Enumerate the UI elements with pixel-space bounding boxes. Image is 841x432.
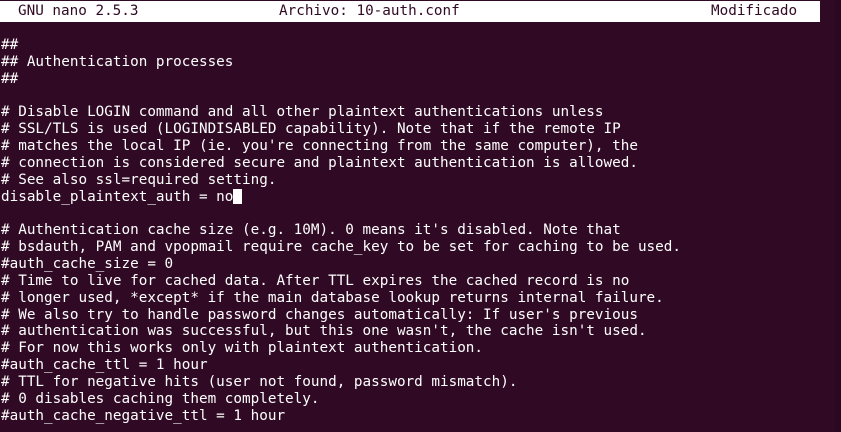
nano-title-bar: GNU nano 2.5.3 Archivo: 10-auth.conf Mod… <box>0 1 820 22</box>
buffer-line-1[interactable]: ## <box>1 37 831 54</box>
buffer-line-7[interactable]: # matches the local IP (ie. you're conne… <box>1 138 831 155</box>
buffer-line-21[interactable]: # TTL for negative hits (user not found,… <box>1 374 831 391</box>
buffer-line-18[interactable]: # authentication was successful, but thi… <box>1 323 831 340</box>
terminal-window[interactable]: GNU nano 2.5.3 Archivo: 10-auth.conf Mod… <box>0 0 841 432</box>
editor-buffer[interactable]: ## ## Authentication processes ## # Disa… <box>1 37 831 424</box>
buffer-line-3[interactable]: ## <box>1 71 831 88</box>
nano-version-label: GNU nano 2.5.3 <box>18 3 139 19</box>
text-cursor <box>233 188 243 204</box>
window-right-edge <box>835 0 841 432</box>
buffer-line-19[interactable]: # For now this works only with plaintext… <box>1 340 831 357</box>
buffer-line-9[interactable]: # See also ssl=required setting. <box>1 172 831 189</box>
buffer-line-4[interactable] <box>1 88 831 105</box>
buffer-line-8[interactable]: # connection is considered secure and pl… <box>1 155 831 172</box>
buffer-line-20[interactable]: #auth_cache_ttl = 1 hour <box>1 357 831 374</box>
buffer-line-13[interactable]: # bsdauth, PAM and vpopmail require cach… <box>1 239 831 256</box>
buffer-line-15[interactable]: # Time to live for cached data. After TT… <box>1 273 831 290</box>
file-name-label: Archivo: 10-auth.conf <box>279 3 460 19</box>
buffer-line-12[interactable]: # Authentication cache size (e.g. 10M). … <box>1 222 831 239</box>
buffer-line-22[interactable]: # 0 disables caching them completely. <box>1 391 831 408</box>
buffer-line-17[interactable]: # We also try to handle password changes… <box>1 307 831 324</box>
buffer-line-16[interactable]: # longer used, *except* if the main data… <box>1 290 831 307</box>
buffer-line-23[interactable]: #auth_cache_negative_ttl = 1 hour <box>1 408 831 425</box>
current-line-text[interactable]: disable_plaintext_auth = no <box>1 189 233 205</box>
buffer-line-5[interactable]: # Disable LOGIN command and all other pl… <box>1 104 831 121</box>
buffer-line-10-current[interactable]: disable_plaintext_auth = no <box>1 188 831 206</box>
buffer-line-2[interactable]: ## Authentication processes <box>1 54 831 71</box>
buffer-line-11[interactable] <box>1 205 831 222</box>
modified-status-label: Modificado <box>711 3 798 19</box>
buffer-line-6[interactable]: # SSL/TLS is used (LOGINDISABLED capabil… <box>1 121 831 138</box>
buffer-line-14[interactable]: #auth_cache_size = 0 <box>1 256 831 273</box>
